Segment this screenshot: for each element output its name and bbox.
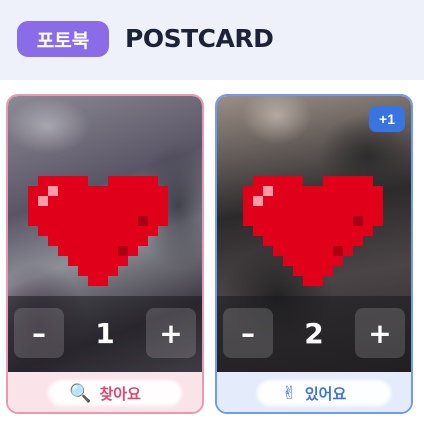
card-footer[interactable]: 🔍 찾아요 xyxy=(8,372,202,412)
magnifier-icon: 🔍 xyxy=(69,382,92,404)
increase-button[interactable]: + xyxy=(355,308,405,358)
photobook-tag[interactable]: 포토북 xyxy=(17,21,109,57)
page-title: POSTCARD xyxy=(125,24,274,53)
postcard-card[interactable]: – 1 + 🔍 찾아요 xyxy=(6,94,204,414)
decrease-button[interactable]: – xyxy=(14,308,64,358)
decrease-button[interactable]: – xyxy=(223,308,273,358)
increase-button[interactable]: + xyxy=(146,308,196,358)
postcard-image: – 1 + xyxy=(8,96,202,372)
pixel-heart-icon xyxy=(28,176,168,286)
quantity-bar: – 2 + xyxy=(217,296,411,372)
pixel-heart-icon xyxy=(243,176,383,286)
footer-label: 있어요 xyxy=(304,384,347,403)
hand-icon: ✌ xyxy=(281,382,297,404)
header: 포토북 POSTCARD xyxy=(0,0,424,80)
postcard-card[interactable]: +1 – 2 + ✌ 있어요 xyxy=(215,94,413,414)
extra-count-badge: +1 xyxy=(369,106,405,132)
postcard-image: +1 – 2 + xyxy=(217,96,411,372)
quantity-value: 2 xyxy=(304,316,324,350)
quantity-value: 1 xyxy=(95,316,115,350)
quantity-bar: – 1 + xyxy=(8,296,202,372)
footer-label: 찾아요 xyxy=(99,384,141,403)
card-footer[interactable]: ✌ 있어요 xyxy=(217,372,411,412)
